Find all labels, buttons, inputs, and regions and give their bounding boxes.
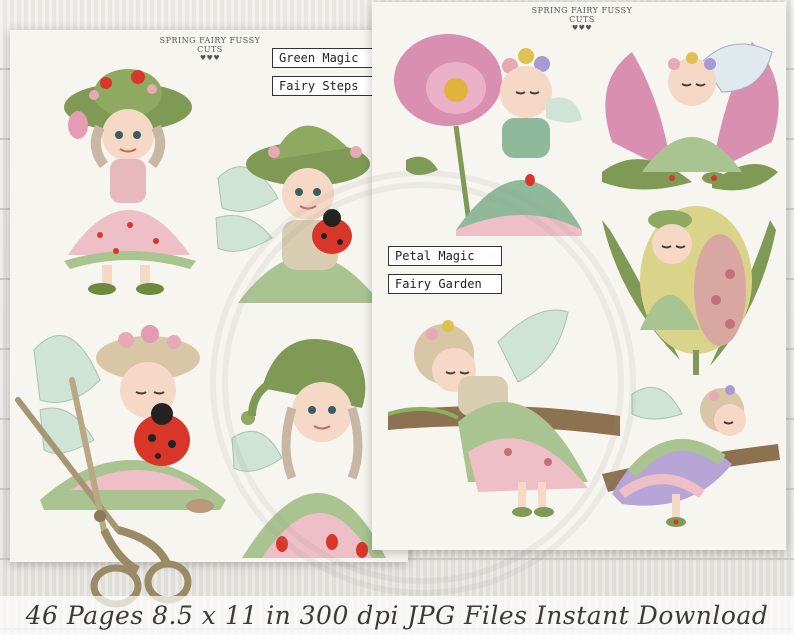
fairy-sleeping-petal-dress: [602, 385, 780, 527]
label-fairy-steps: Fairy Steps: [272, 76, 378, 96]
fairy-sleeping-on-branch: [388, 309, 620, 517]
label-fairy-garden: Fairy Garden: [388, 274, 502, 294]
fairy-with-poppy-flower: [394, 34, 582, 236]
fairy-pink-dress-green-hat: [64, 69, 196, 295]
fairy-green-knit-hat: [231, 339, 386, 558]
fairy-sleeping-in-tulip: [602, 42, 779, 191]
fairy-hugging-ladybug: [215, 125, 380, 303]
fairy-sleeping-in-bud: [602, 206, 776, 375]
scissors-icon: [15, 377, 192, 608]
footer-text: 46 Pages 8.5 x 11 in 300 dpi JPG Files I…: [25, 601, 769, 630]
label-petal-magic: Petal Magic: [388, 246, 502, 266]
label-green-magic: Green Magic: [272, 48, 378, 68]
right-sheet: SPRING FAIRY FUSSY CUTS ♥♥♥ Petal Magic …: [372, 2, 786, 550]
